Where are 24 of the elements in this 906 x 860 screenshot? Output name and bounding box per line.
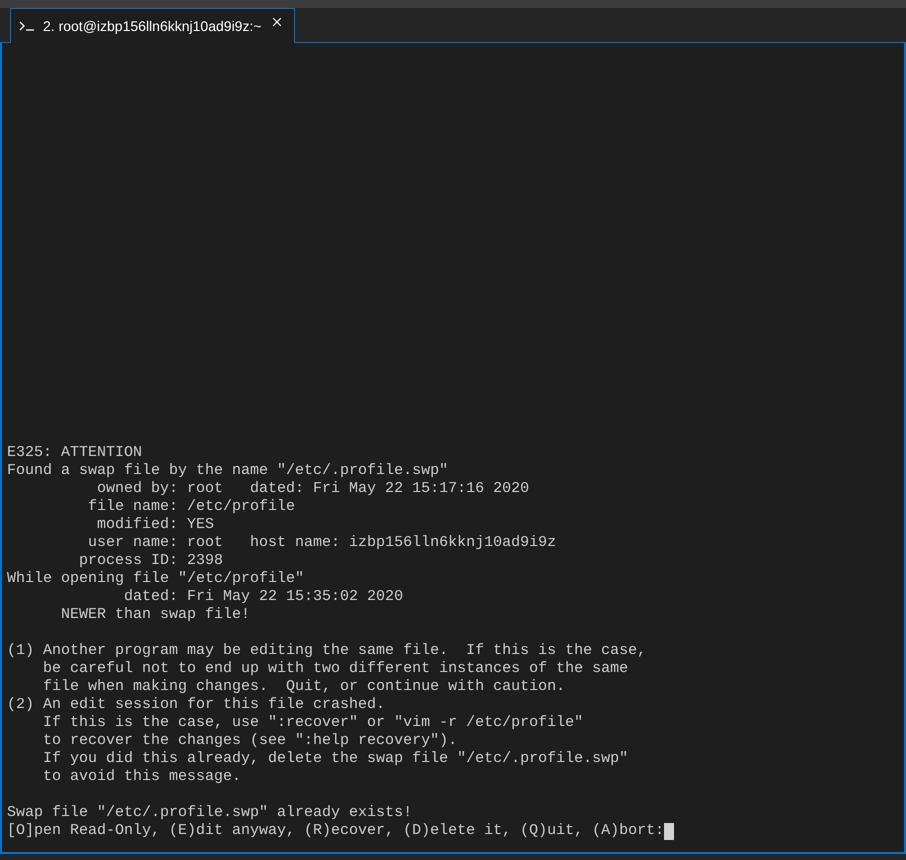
text-cursor <box>664 822 674 840</box>
terminal-line: Found a swap file by the name "/etc/.profile.swp" <box>7 462 448 480</box>
terminal-line: (2) An edit session for this file crashed. <box>7 696 386 714</box>
tab-title: 2. root@izbp156lln6kknj10ad9i9z:~ <box>43 16 262 36</box>
terminal-line: file name: /etc/profile <box>87 498 296 516</box>
terminal-line: dated: Fri May 22 15:35:02 2020 <box>123 588 404 606</box>
terminal-prompt: [O]pen Read-Only, (E)dit anyway, (R)ecover, (D)elete it, (Q)uit, (A)bort: <box>7 822 664 840</box>
terminal-line: to recover the changes (see ":help recovery"). <box>42 732 458 750</box>
terminal-prompt-icon <box>19 21 35 31</box>
terminal-line: (1) Another program may be editing the same file. If this is the case, <box>7 642 646 660</box>
terminal-line: to avoid this message. <box>42 768 242 786</box>
terminal-line: user name: root host name: izbp156lln6kknj10ad9i9z <box>87 534 556 552</box>
terminal-line: file when making changes. Quit, or continue with caution. <box>42 678 566 696</box>
terminal-line: NEWER than swap file! <box>60 606 250 624</box>
terminal-line: E325: ATTENTION <box>7 444 142 462</box>
terminal-line: Swap file "/etc/.profile.swp" already exists! <box>7 804 412 822</box>
terminal-line: modified: YES <box>96 516 214 534</box>
terminal-line: If this is the case, use ":recover" or "vim -r /etc/profile" <box>42 714 584 732</box>
terminal-line: owned by: root dated: Fri May 22 15:17:16 2020 <box>96 480 530 498</box>
terminal-line: While opening file "/etc/profile" <box>7 570 304 588</box>
terminal-line: If you did this already, delete the swap file "/etc/.profile.swp" <box>42 750 628 768</box>
terminal-line: be careful not to end up with two different instances of the same <box>42 660 628 678</box>
terminal-tab[interactable]: 2. root@izbp156lln6kknj10ad9i9z:~ <box>10 8 295 43</box>
terminal-line: process ID: 2398 <box>78 552 224 570</box>
